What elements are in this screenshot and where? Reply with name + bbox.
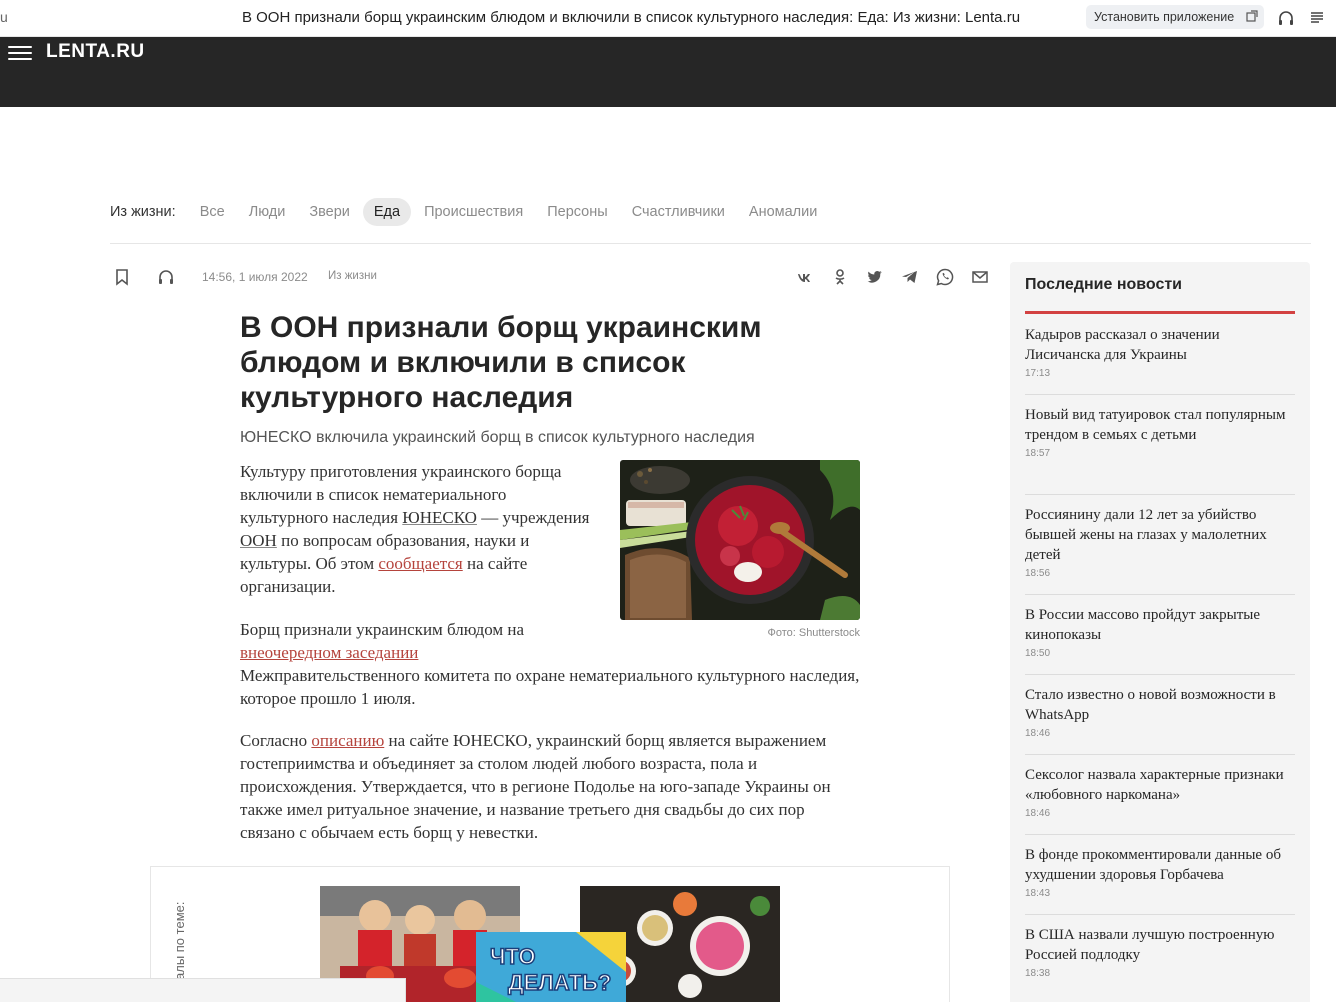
- news-item[interactable]: В России массово пройдут закрытые кинопо…: [1025, 605, 1297, 659]
- rubric-item-anomalies[interactable]: Аномалии: [749, 198, 817, 226]
- window-title: В ООН признали борщ украинским блюдом и …: [241, 9, 1021, 26]
- rubric-item-all[interactable]: Все: [200, 198, 225, 226]
- news-item[interactable]: Россиянину дали 12 лет за убийство бывше…: [1025, 505, 1297, 579]
- mail-icon[interactable]: [971, 268, 989, 286]
- rubric-item-people[interactable]: Люди: [249, 198, 286, 226]
- accent-underline: [1025, 311, 1295, 314]
- menu-icon[interactable]: [8, 46, 32, 60]
- news-item[interactable]: Кадыров рассказал о значении Лисичанска …: [1025, 325, 1297, 379]
- article-title: В ООН признали борщ украинским блюдом и …: [240, 311, 762, 414]
- bookmark-icon[interactable]: [113, 268, 131, 286]
- article-paragraph-3: Согласно описанию на сайте ЮНЕСКО, украи…: [240, 731, 831, 842]
- site-logo[interactable]: LENTA.RU: [46, 41, 145, 63]
- badge-line-2: ДЕЛАТЬ?: [508, 970, 611, 995]
- divider: [1025, 834, 1295, 835]
- news-item[interactable]: Сексолог назвала характерные признаки «л…: [1025, 765, 1297, 819]
- article-paragraph-2: Борщ признали украинским блюдом на внеоче…: [240, 620, 525, 662]
- article-date: 14:56, 1 июля 2022: [202, 270, 308, 284]
- latest-news-sidebar: Последние новости Кадыров рассказал о зн…: [1010, 262, 1310, 1002]
- un-tag-link[interactable]: ООН: [240, 531, 277, 550]
- unesco-tag-link[interactable]: ЮНЕСКО: [402, 508, 477, 527]
- article-paragraph-2-cont: Межправительственного комитета по охране…: [240, 666, 860, 708]
- divider: [1025, 494, 1295, 495]
- rubric-nav: Из жизни: Все Люди Звери Еда Происшестви…: [110, 196, 841, 228]
- what-to-do-badge[interactable]: ЧТО ДЕЛАТЬ?: [476, 932, 626, 1002]
- headphones-icon[interactable]: [157, 268, 175, 286]
- article-photo[interactable]: [620, 460, 860, 620]
- news-item[interactable]: В США назвали лучшую построенную Россией…: [1025, 925, 1297, 979]
- source-link[interactable]: сообщается: [378, 554, 462, 573]
- horizontal-scrollbar[interactable]: [0, 978, 406, 1002]
- article-rubric[interactable]: Из жизни: [328, 270, 377, 282]
- divider: [1025, 674, 1295, 675]
- news-item[interactable]: Стало известно о новой возможности в Wha…: [1025, 685, 1297, 739]
- article-paragraph-1: Культуру приготовления украинского борща…: [240, 462, 590, 596]
- telegram-icon[interactable]: [901, 268, 919, 286]
- rubric-label: Из жизни:: [110, 204, 176, 220]
- news-item[interactable]: Новый вид татуировок стал популярным тре…: [1025, 405, 1297, 459]
- divider: [1025, 914, 1295, 915]
- photo-credit: Фото: Shutterstock: [767, 627, 860, 639]
- session-link[interactable]: внеочередном заседании: [240, 643, 418, 662]
- rubric-item-animals[interactable]: Звери: [309, 198, 350, 226]
- headphones-icon[interactable]: [1277, 9, 1295, 27]
- news-item[interactable]: В фонде прокомментировали данные об ухуд…: [1025, 845, 1297, 899]
- related-label: алы по теме:: [172, 901, 187, 980]
- badge-line-1: ЧТО: [490, 944, 535, 969]
- divider: [1025, 754, 1295, 755]
- vk-icon[interactable]: [796, 268, 814, 286]
- latest-news-title: Последние новости: [1025, 276, 1183, 293]
- rubric-item-persons[interactable]: Персоны: [547, 198, 607, 226]
- divider: [1025, 394, 1295, 395]
- open-in-app-icon: [1246, 10, 1258, 22]
- install-app-button[interactable]: Установить приложение: [1086, 5, 1264, 29]
- description-link[interactable]: описанию: [311, 731, 384, 750]
- divider: [1025, 594, 1295, 595]
- article-lead: ЮНЕСКО включила украинский борщ в список…: [240, 429, 755, 446]
- divider: [110, 243, 1311, 244]
- rubric-item-lucky[interactable]: Счастливчики: [632, 198, 725, 226]
- site-header: LENTA.RU: [0, 37, 1336, 107]
- reader-mode-icon[interactable]: [1308, 9, 1326, 27]
- rubric-item-incidents[interactable]: Происшествия: [424, 198, 523, 226]
- whatsapp-icon[interactable]: [936, 268, 954, 286]
- rubric-item-food[interactable]: Еда: [362, 198, 412, 226]
- install-app-label: Установить приложение: [1094, 10, 1235, 24]
- browser-title-bar: u В ООН признали борщ украинским блюдом …: [0, 0, 1336, 37]
- odnoklassniki-icon[interactable]: [831, 268, 849, 286]
- twitter-icon[interactable]: [866, 268, 884, 286]
